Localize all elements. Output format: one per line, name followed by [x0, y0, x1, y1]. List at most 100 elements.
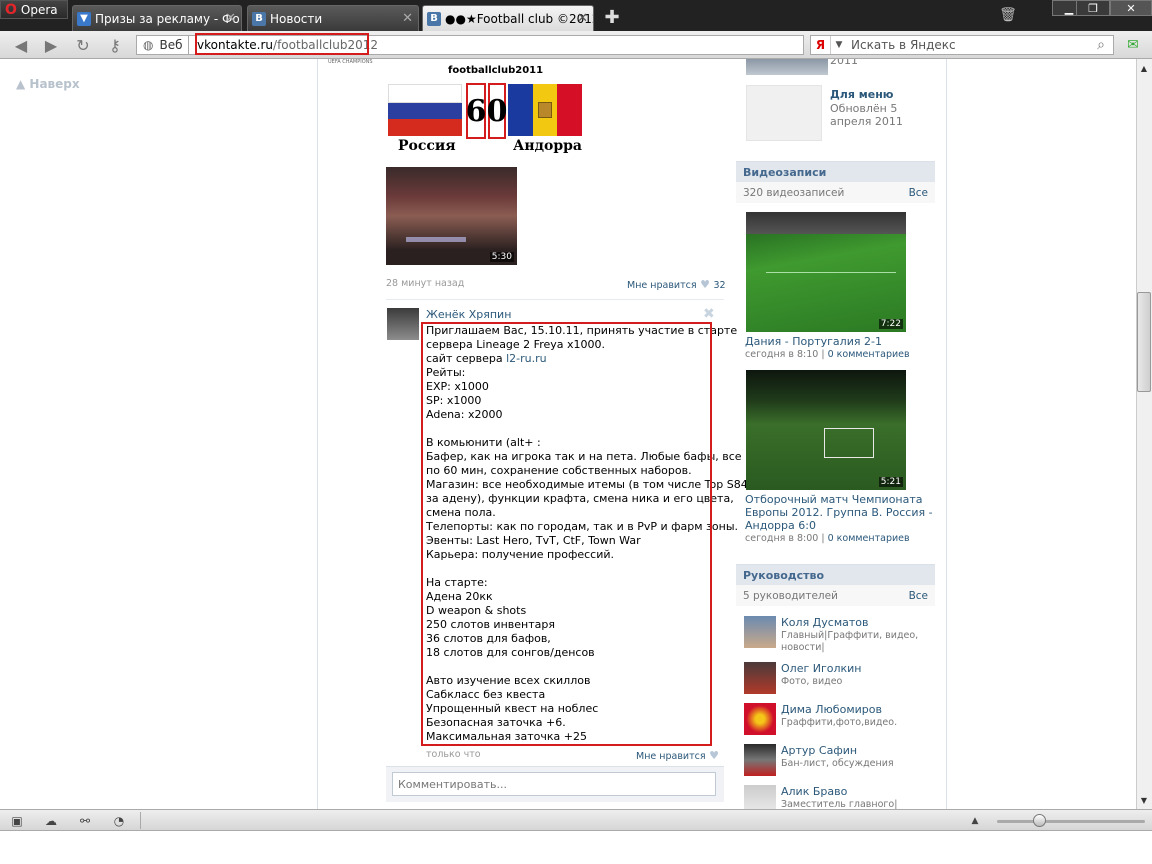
address-mode[interactable]: ◍ Веб — [136, 35, 188, 55]
zoom-menu-icon[interactable]: ▲ — [966, 813, 984, 829]
manager-role: Главный|Граффити, видео, новости| — [781, 630, 931, 654]
videos-section-header[interactable]: Видеозаписи — [736, 161, 935, 182]
team-right: Андорра — [513, 138, 582, 154]
video-title-line: Андорра 6:0 — [745, 519, 816, 532]
score-left: 6 — [466, 83, 486, 139]
menu-thumbnail[interactable] — [746, 85, 822, 141]
scroll-down-icon[interactable]: ▼ — [1137, 793, 1151, 807]
managers-title: Руководство — [743, 568, 825, 582]
manager-name-link[interactable]: Алик Браво — [781, 785, 847, 798]
maximize-icon[interactable]: ❐ — [1076, 0, 1110, 16]
close-window-icon[interactable]: ✕ — [1110, 0, 1152, 16]
video-comments-link[interactable]: 0 комментариев — [828, 533, 910, 544]
avatar[interactable] — [744, 662, 776, 694]
back-icon[interactable]: ◀ — [8, 34, 34, 56]
manager-role-line: новости| — [781, 642, 825, 653]
managers-section-header[interactable]: Руководство — [736, 564, 935, 585]
search-input[interactable]: Я ▼ Искать в Яндекс — [810, 35, 1114, 55]
zoom-slider[interactable] — [997, 820, 1145, 823]
avatar[interactable] — [387, 308, 419, 340]
manager-role: Бан-лист, обсуждения — [781, 758, 894, 769]
video-title-link[interactable]: Дания - Португалия 2-1 — [745, 335, 882, 348]
close-tab-icon[interactable]: ✕ — [225, 11, 236, 26]
manager-role: Заместитель главного| — [781, 799, 898, 809]
desktop-strip — [0, 831, 1152, 864]
video-date: сегодня в 8:10 — [745, 349, 819, 360]
pitch-line — [766, 272, 896, 273]
score-right: 0 — [487, 83, 507, 139]
video-date: сегодня в 8:00 — [745, 533, 819, 544]
scroll-up-icon[interactable]: ▲ — [1137, 61, 1151, 75]
url-highlight-box — [195, 33, 369, 55]
managers-count-bar: 5 руководителей Все — [736, 585, 935, 606]
uefa-logo-text: UEFA CHAMPIONS — [328, 59, 373, 65]
avatar[interactable] — [744, 744, 776, 776]
post-time[interactable]: только что — [426, 749, 481, 760]
like-button[interactable]: Мне нравится ♥ 32 — [627, 278, 726, 291]
panel-icon[interactable]: ▣ — [6, 813, 28, 829]
post-author-link[interactable]: Женёк Хряпин — [426, 308, 511, 321]
team-left: Россия — [398, 138, 456, 154]
goal-frame — [824, 428, 874, 458]
stadium-stands — [746, 212, 906, 234]
videos-all-link[interactable]: Все — [909, 187, 928, 199]
video-title-link[interactable]: Отборочный матч Чемпионата Европы 2012. … — [745, 493, 935, 532]
speed-icon[interactable]: ◔ — [108, 813, 130, 829]
video-thumbnail[interactable]: 7:22 — [746, 212, 906, 332]
delete-post-icon[interactable]: ✖ — [703, 306, 715, 322]
mail-icon[interactable]: ✉ — [1122, 35, 1144, 55]
avatar[interactable] — [744, 616, 776, 648]
vk-favicon-icon: B — [252, 11, 266, 26]
avatar[interactable] — [744, 785, 776, 809]
comment-input[interactable]: Комментировать... — [392, 772, 716, 796]
forward-icon[interactable]: ▶ — [38, 34, 64, 56]
globe-icon: ◍ — [143, 38, 154, 52]
opera-menu-button[interactable]: O Opera — [0, 0, 68, 19]
close-tab-icon[interactable]: ✕ — [402, 11, 413, 26]
yandex-icon[interactable]: Я — [811, 36, 831, 54]
album-year: 2011 — [830, 59, 858, 67]
tab-news[interactable]: B Новости ✕ — [247, 5, 419, 31]
tab-prizes[interactable]: ▼ Призы за рекламу - Фо... ✕ — [72, 5, 242, 31]
managers-all-link[interactable]: Все — [909, 590, 928, 602]
video-meta: сегодня в 8:10 | 0 комментариев — [745, 349, 910, 360]
scroll-to-top-link[interactable]: ▲ Наверх — [16, 77, 80, 91]
like-label: Мне нравится — [636, 751, 706, 762]
video-meta: сегодня в 8:00 | 0 комментариев — [745, 533, 910, 544]
videos-title: Видеозаписи — [743, 165, 827, 179]
chevron-down-icon[interactable]: ▼ — [831, 40, 847, 50]
manager-name-link[interactable]: Олег Иголкин — [781, 662, 862, 675]
cloud-icon[interactable]: ☁ — [40, 813, 62, 829]
video-comments-link[interactable]: 0 комментариев — [828, 349, 910, 360]
post-time[interactable]: 28 минут назад — [386, 278, 464, 289]
share-icon[interactable]: ⚯ — [74, 813, 96, 829]
close-tab-icon[interactable]: ✕ — [577, 11, 588, 26]
opera-label: Opera — [20, 2, 58, 17]
zoom-slider-handle[interactable] — [1033, 814, 1046, 827]
trash-icon[interactable]: 🗑 — [994, 5, 1022, 25]
reload-icon[interactable]: ↻ — [70, 34, 96, 56]
scrollbar[interactable] — [1136, 59, 1152, 809]
video-thumbnail[interactable]: 5:30 — [386, 167, 517, 265]
manager-name-link[interactable]: Артур Сафин — [781, 744, 857, 757]
video-duration: 5:21 — [878, 477, 903, 487]
andorra-flag — [508, 84, 583, 136]
heart-icon: ♥ — [700, 278, 710, 291]
tab-football-club[interactable]: B ●●★Football club ©2012... ✕ — [422, 5, 594, 31]
like-button[interactable]: Мне нравится ♥ — [636, 749, 719, 762]
menu-page-link[interactable]: Для меню — [830, 88, 894, 101]
search-icon[interactable]: ⌕ — [1090, 36, 1112, 54]
new-tab-icon[interactable]: ✚ — [601, 6, 623, 28]
avatar[interactable] — [744, 703, 776, 735]
key-icon[interactable]: ⚷ — [102, 34, 128, 56]
manager-name-link[interactable]: Коля Дусматов — [781, 616, 869, 629]
videos-count-bar: 320 видеозаписей Все — [736, 182, 935, 203]
album-thumbnail[interactable] — [746, 59, 828, 75]
tab-label: ●●★Football club ©2012... — [445, 11, 593, 26]
like-count: 32 — [713, 280, 726, 291]
scoreboard-strip — [406, 237, 466, 242]
match-poster-image[interactable]: UEFA CHAMPIONS footballclub2011 6 0 Росс… — [328, 59, 584, 157]
video-thumbnail[interactable]: 5:21 — [746, 370, 906, 490]
manager-name-link[interactable]: Дима Любомиров — [781, 703, 882, 716]
scrollbar-thumb[interactable] — [1137, 292, 1151, 392]
